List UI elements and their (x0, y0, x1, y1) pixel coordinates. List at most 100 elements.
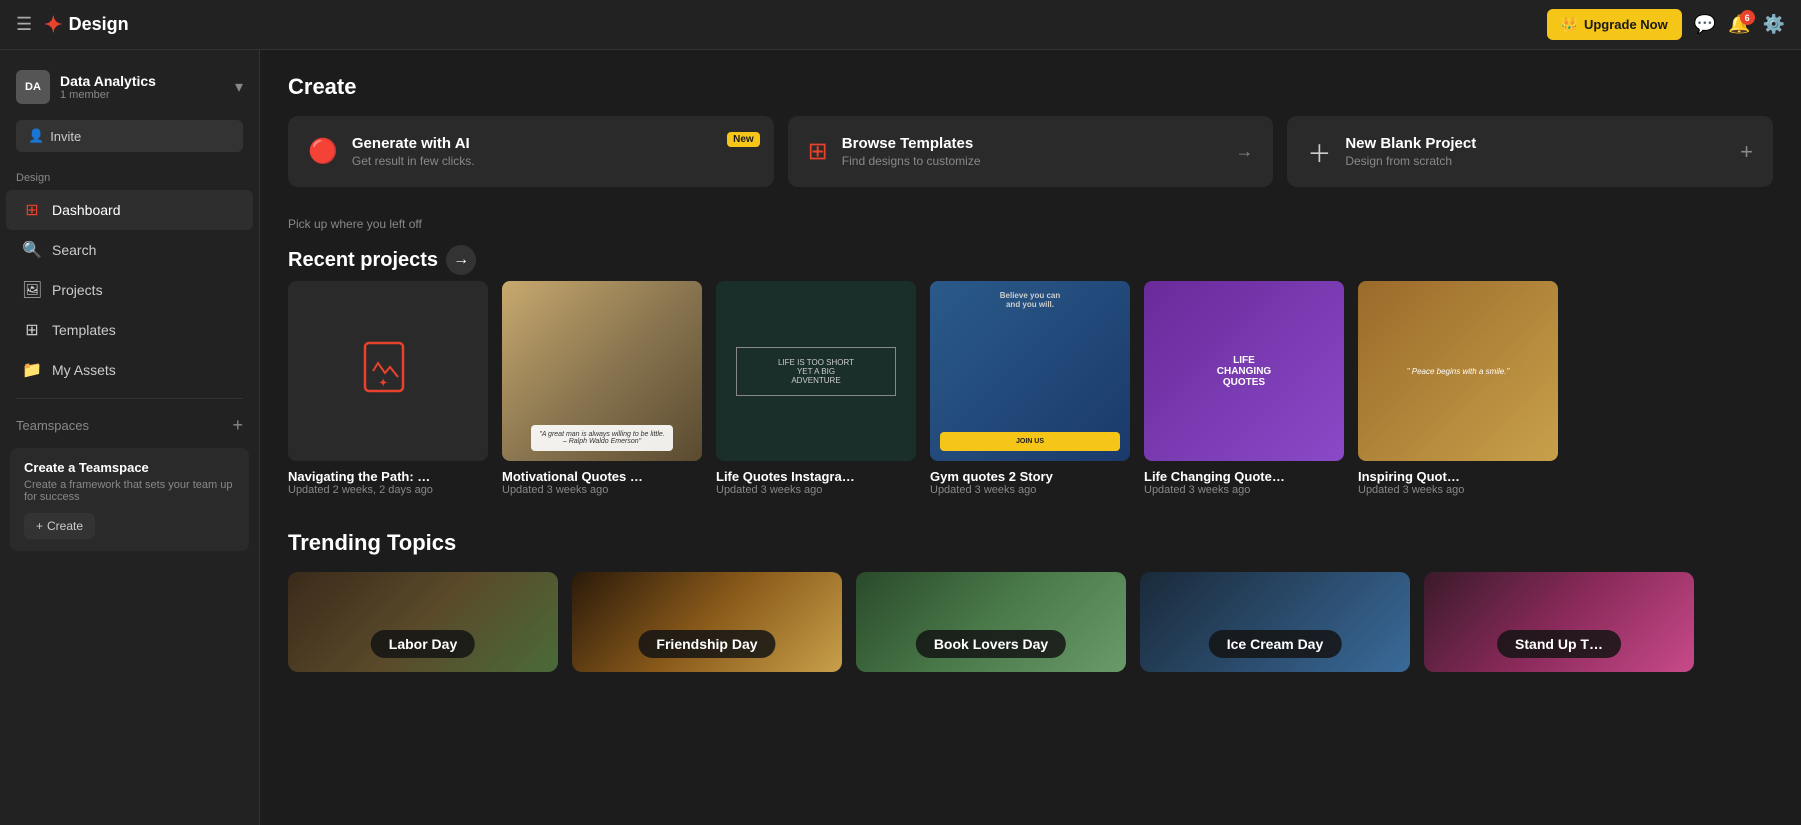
project-thumbnail: LIFE IS TOO SHORTYET A BIGADVENTURE (716, 281, 916, 461)
sidebar-item-my-assets-label: My Assets (52, 362, 116, 378)
project-date: Updated 3 weeks ago (1358, 484, 1558, 496)
create-teamspace-button[interactable]: + Create (24, 513, 95, 539)
recent-projects-arrow-button[interactable]: → (446, 245, 476, 275)
sidebar-item-dashboard-label: Dashboard (52, 202, 121, 218)
new-project-card-subtitle: Design from scratch (1345, 154, 1476, 168)
brand-logo: ✦ (44, 12, 62, 38)
sidebar-divider (16, 398, 243, 399)
new-project-card-title: New Blank Project (1345, 135, 1476, 152)
recent-projects-title: Recent projects (288, 249, 438, 272)
arrow-right-icon: → (1235, 141, 1253, 162)
ai-card-subtitle: Get result in few clicks. (352, 154, 475, 168)
create-teamspace-description: Create a framework that sets your team u… (24, 479, 235, 503)
project-name: Life Quotes Instagra… (716, 469, 916, 484)
create-cards: 🔴 Generate with AI Get result in few cli… (288, 116, 1773, 187)
friendship-day-label: Friendship Day (638, 630, 775, 658)
teamspaces-label: Teamspaces (16, 418, 89, 433)
pickup-text: Pick up where you left off (288, 217, 476, 231)
brand: ✦ Design (44, 12, 128, 38)
project-thumbnail: "A great man is always willing to be lit… (502, 281, 702, 461)
workspace-members: 1 member (60, 89, 225, 101)
upgrade-label: Upgrade Now (1584, 17, 1668, 32)
project-date: Updated 3 weeks ago (930, 484, 1130, 496)
new-badge: New (727, 132, 760, 147)
brand-name: Design (69, 14, 129, 35)
new-blank-project-card[interactable]: ＋ New Blank Project Design from scratch … (1287, 116, 1773, 187)
create-section-title: Create (288, 74, 1773, 100)
stand-up-label: Stand Up T… (1497, 630, 1621, 658)
settings-button[interactable]: ⚙️ (1763, 14, 1785, 35)
workspace-name: Data Analytics (60, 73, 225, 89)
list-item[interactable]: Friendship Day (572, 572, 842, 672)
sidebar-item-my-assets[interactable]: 📁 My Assets (6, 350, 253, 390)
workspace-avatar: DA (16, 70, 50, 104)
sidebar-item-dashboard[interactable]: ⊞ Dashboard (6, 190, 253, 230)
sidebar-item-templates-label: Templates (52, 322, 116, 338)
project-name: Gym quotes 2 Story (930, 469, 1130, 484)
list-item[interactable]: LIFECHANGINGQUOTES Life Changing Quote… … (1144, 281, 1344, 496)
list-item[interactable]: Stand Up T… (1424, 572, 1694, 672)
notifications-button[interactable]: 🔔 6 (1728, 14, 1750, 35)
project-date: Updated 2 weeks, 2 days ago (288, 484, 488, 496)
project-thumbnail: " Peace begins with a smile." (1358, 281, 1558, 461)
workspace-header[interactable]: DA Data Analytics 1 member ▾ (0, 62, 259, 112)
project-name: Navigating the Path: … (288, 469, 488, 484)
chat-button[interactable]: 💬 (1694, 14, 1716, 35)
sidebar-item-projects[interactable]: 🖼 Projects (6, 270, 253, 310)
new-project-plus-icon: + (1740, 139, 1753, 165)
create-teamspace-title: Create a Teamspace (24, 460, 235, 475)
plus-icon: + (36, 519, 43, 533)
trending-title: Trending Topics (288, 530, 1773, 556)
project-thumbnail: Believe you canand you will. JOIN US (930, 281, 1130, 461)
hamburger-icon[interactable]: ☰ (16, 14, 32, 35)
sidebar-item-templates[interactable]: ⊞ Templates (6, 310, 253, 350)
list-item[interactable]: ✦ Navigating the Path: … Updated 2 weeks… (288, 281, 488, 496)
project-name: Motivational Quotes … (502, 469, 702, 484)
invite-button[interactable]: 👤 Invite (16, 120, 243, 152)
main-content: Create 🔴 Generate with AI Get result in … (260, 50, 1801, 825)
sidebar-item-projects-label: Projects (52, 282, 103, 298)
project-date: Updated 3 weeks ago (1144, 484, 1344, 496)
list-item[interactable]: " Peace begins with a smile." Inspiring … (1358, 281, 1558, 496)
grid-icon: ⊞ (808, 137, 828, 166)
browse-templates-card[interactable]: ⊞ Browse Templates Find designs to custo… (788, 116, 1274, 187)
project-date: Updated 3 weeks ago (716, 484, 916, 496)
projects-icon: 🖼 (22, 280, 42, 300)
labor-day-label: Labor Day (371, 630, 475, 658)
svg-text:✦: ✦ (379, 378, 387, 389)
project-name: Inspiring Quot… (1358, 469, 1558, 484)
ice-cream-day-label: Ice Cream Day (1209, 630, 1342, 658)
list-item[interactable]: "A great man is always willing to be lit… (502, 281, 702, 496)
sidebar: DA Data Analytics 1 member ▾ 👤 Invite De… (0, 50, 260, 825)
trending-topics-scroll: Labor Day Friendship Day Book Lovers Day… (288, 572, 1773, 676)
recent-projects-scroll: ✦ Navigating the Path: … Updated 2 weeks… (288, 281, 1773, 500)
crown-icon: 👑 (1561, 16, 1578, 33)
project-thumbnail: LIFECHANGINGQUOTES (1144, 281, 1344, 461)
plus-circle-icon: ＋ (1307, 134, 1331, 169)
list-item[interactable]: Book Lovers Day (856, 572, 1126, 672)
create-teamspace-card: Create a Teamspace Create a framework th… (10, 448, 249, 551)
notification-badge: 6 (1740, 10, 1755, 25)
browse-card-title: Browse Templates (842, 135, 981, 152)
add-teamspace-button[interactable]: + (232, 415, 243, 436)
user-plus-icon: 👤 (28, 128, 44, 144)
list-item[interactable]: Labor Day (288, 572, 558, 672)
project-name: Life Changing Quote… (1144, 469, 1344, 484)
folder-icon: 📁 (22, 360, 42, 380)
recent-projects-header: Pick up where you left off Recent projec… (288, 217, 1773, 275)
book-lovers-day-label: Book Lovers Day (916, 630, 1066, 658)
templates-icon: ⊞ (22, 320, 42, 340)
upgrade-button[interactable]: 👑 Upgrade Now (1547, 9, 1682, 40)
list-item[interactable]: LIFE IS TOO SHORTYET A BIGADVENTURE Life… (716, 281, 916, 496)
generate-ai-card[interactable]: 🔴 Generate with AI Get result in few cli… (288, 116, 774, 187)
workspace-info: Data Analytics 1 member (60, 73, 225, 101)
design-section-label: Design (0, 168, 259, 190)
chevron-down-icon: ▾ (235, 77, 243, 97)
sidebar-item-search-label: Search (52, 242, 96, 258)
list-item[interactable]: Ice Cream Day (1140, 572, 1410, 672)
invite-label: Invite (50, 129, 81, 144)
dashboard-icon: ⊞ (22, 200, 42, 220)
list-item[interactable]: Believe you canand you will. JOIN US Gym… (930, 281, 1130, 496)
search-icon: 🔍 (22, 240, 42, 260)
sidebar-item-search[interactable]: 🔍 Search (6, 230, 253, 270)
